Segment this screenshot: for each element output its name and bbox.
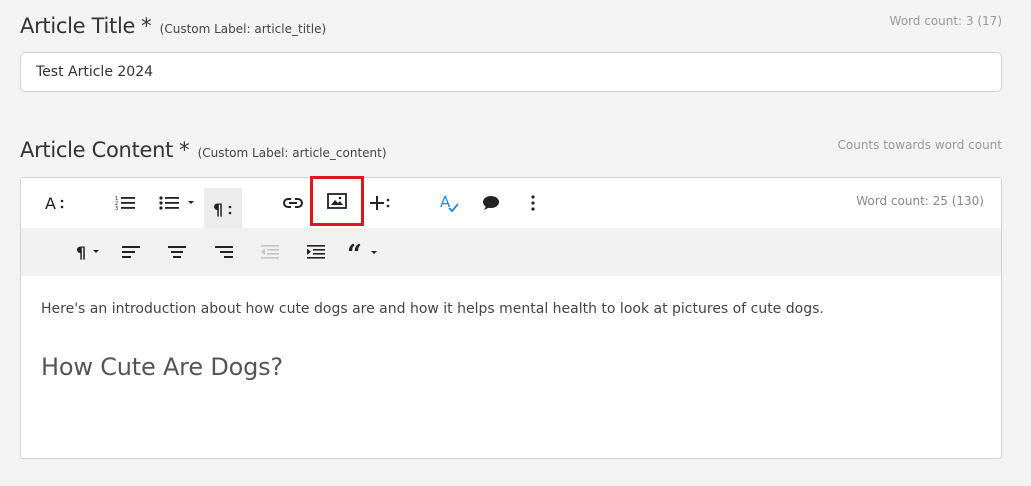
title-custom-label: (Custom Label: article_title) — [159, 22, 327, 36]
title-field-label: Article Title — [20, 14, 136, 38]
paragraph-more-icon[interactable]: ¶ — [204, 188, 242, 228]
insert-image-icon[interactable] — [310, 176, 364, 226]
quote-icon[interactable]: “ — [343, 237, 383, 267]
article-title-input[interactable]: Test Article 2024 — [20, 52, 1002, 92]
title-field-header: Article Title * (Custom Label: article_t… — [20, 14, 326, 38]
align-right-icon[interactable] — [209, 237, 239, 267]
ordered-list-icon[interactable]: 1 2 3 — [109, 188, 141, 218]
svg-text:“: “ — [347, 243, 362, 261]
svg-text:¶: ¶ — [213, 200, 223, 217]
required-mark: * — [141, 14, 152, 38]
word-count-note: Counts towards word count — [837, 138, 1003, 152]
intro-paragraph: Here's an introduction about how cute do… — [41, 301, 824, 317]
content-field-header: Article Content * (Custom Label: article… — [20, 138, 387, 162]
paragraph-format-icon[interactable]: ¶ — [71, 237, 105, 267]
indent-icon[interactable] — [301, 237, 331, 267]
content-word-count: Word count: 25 (130) — [856, 194, 984, 208]
svg-text:A: A — [45, 194, 56, 212]
comment-icon[interactable] — [475, 188, 507, 218]
content-heading: How Cute Are Dogs? — [41, 353, 283, 381]
rich-text-editor: A 1 2 3 ¶ A Word count: 25 (130) ¶ “ Her… — [20, 176, 1002, 459]
title-word-count: Word count: 3 (17) — [889, 14, 1002, 28]
more-vertical-icon[interactable] — [517, 188, 549, 218]
unordered-list-icon[interactable] — [153, 188, 201, 218]
outdent-icon[interactable] — [255, 237, 285, 267]
content-field-label: Article Content — [20, 138, 174, 162]
spellcheck-icon[interactable]: A — [433, 188, 465, 218]
required-mark: * — [179, 138, 190, 162]
editor-toolbar-secondary: ¶ “ — [21, 228, 1001, 276]
insert-more-icon[interactable] — [364, 188, 396, 218]
svg-text:¶: ¶ — [76, 243, 86, 261]
text-format-icon[interactable]: A — [39, 188, 71, 218]
svg-text:3: 3 — [115, 206, 118, 211]
content-custom-label: (Custom Label: article_content) — [197, 146, 387, 160]
link-icon[interactable] — [277, 188, 309, 218]
editor-toolbar-primary: A 1 2 3 ¶ A Word count: 25 (130) — [21, 176, 1001, 228]
align-center-icon[interactable] — [162, 237, 192, 267]
align-left-icon[interactable] — [116, 237, 146, 267]
editor-content-area[interactable]: Here's an introduction about how cute do… — [21, 276, 1001, 381]
